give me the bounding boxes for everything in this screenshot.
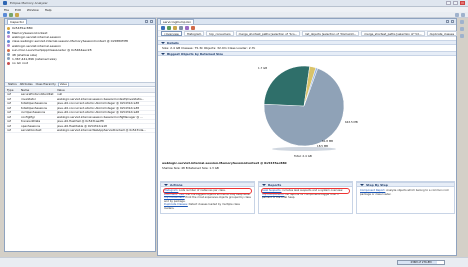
class-icon xyxy=(7,31,10,35)
tab-inspector[interactable]: Inspector xyxy=(7,19,27,24)
menu-edit[interactable]: Edit xyxy=(15,8,21,12)
pie-slice-second[interactable] xyxy=(263,65,310,107)
window-title: Eclipse Memory Analyzer xyxy=(10,1,48,5)
package-icon xyxy=(7,35,10,39)
list-item[interactable]: no GC root xyxy=(7,61,153,65)
step-component-report: Component Report: Analyze objects which … xyxy=(360,189,449,196)
tab-statics[interactable]: Statics xyxy=(7,83,18,86)
status-bar: 236M of 276.8M xyxy=(0,257,468,267)
bottom-panels: Actions Histogram: Lists number of insta… xyxy=(160,181,456,214)
window-controls xyxy=(446,1,465,5)
menu-window[interactable]: Window xyxy=(27,8,39,12)
attributes-table: Type Name Value ref secureProtocolIdentit… xyxy=(5,88,155,133)
inspector-object-info: 0x5435ac880 MemorySessionContext weblogi… xyxy=(5,25,155,67)
collapse-triangle-icon xyxy=(161,52,165,55)
export-icon[interactable] xyxy=(15,12,19,17)
action-duplicate-classes: Duplicate Classes: Detect classes loaded… xyxy=(164,203,240,210)
minimize-panel-icon[interactable] xyxy=(145,20,148,23)
tab-list-objects[interactable]: list_objects [selection of 'DomainD... xyxy=(302,31,360,36)
tab-merge-shortest-paths-2[interactable]: merge_shortest_paths [selection of 'Vd..… xyxy=(361,31,425,36)
selected-object-sizes: Shallow Size: 48 B Retained Size: 1.3 GB xyxy=(162,166,219,170)
collapse-triangle-icon xyxy=(262,183,266,186)
open-heap-dump-icon[interactable] xyxy=(3,12,7,17)
pie-label-4: 18.5 MB xyxy=(317,144,329,148)
tab-class-hierarchy[interactable]: Class Hierarchy xyxy=(35,83,57,86)
report-top-components: Top Components: list reports for compone… xyxy=(262,192,339,200)
tab-overview[interactable]: i Overview xyxy=(161,31,182,36)
tab-histogram[interactable]: Histogram xyxy=(183,31,205,36)
query-browser-icon[interactable] xyxy=(185,25,189,30)
title-bar: Eclipse Memory Analyzer xyxy=(0,0,468,7)
maximize-panel-icon[interactable] xyxy=(150,20,153,23)
perspective-icon[interactable] xyxy=(455,12,459,17)
close-button[interactable] xyxy=(460,1,465,5)
pie-total-label: Total: 2.4 GB xyxy=(294,154,312,158)
tab-attributes[interactable]: Attributes xyxy=(19,83,34,86)
dominator-tree-tool-icon[interactable] xyxy=(167,25,171,30)
maximize-editor-icon[interactable] xyxy=(451,20,454,23)
actions-panel: Actions Histogram: Lists number of insta… xyxy=(160,181,255,214)
component-report-link[interactable]: Component Report: xyxy=(360,189,385,192)
size-icon xyxy=(7,57,10,61)
collapse-triangle-icon xyxy=(161,41,165,44)
heap-dump-details-icon[interactable] xyxy=(460,34,464,38)
biggest-objects-pie-area: 1.7 GB 643.5 MB 61.8 MB 18.5 MB Total: 2… xyxy=(158,56,456,160)
pie-label-2: 643.5 MB xyxy=(345,120,358,124)
histogram-tool-icon[interactable] xyxy=(161,25,165,30)
editor-panel: servicingDump.bin i Overview Histogram t… xyxy=(157,18,458,256)
menu-file[interactable]: File xyxy=(4,8,9,12)
tab-duplicate-classes[interactable]: duplicate_classes xyxy=(426,31,458,36)
size-icon xyxy=(7,53,10,57)
package-icon xyxy=(7,44,10,48)
leak-suspects-link[interactable]: Leak Suspects: xyxy=(262,189,281,192)
tab-heap-dump[interactable]: servicingDump.bin xyxy=(160,19,195,24)
minimize-editor-icon[interactable] xyxy=(446,20,449,23)
table-row[interactable]: ref servletContext weblogic.servlet.intern… xyxy=(5,128,155,133)
tab-value[interactable]: Value xyxy=(57,82,69,87)
reports-panel: Reports Leak Suspects: includes leak sus… xyxy=(258,181,353,214)
heap-status-indicator[interactable]: 236M of 276.8M xyxy=(397,260,445,265)
collapse-triangle-icon xyxy=(164,183,168,186)
tab-merge-shortest-paths-1[interactable]: merge_shortest_paths [selection of 'Sco.… xyxy=(235,31,301,36)
perspective-switch-icon[interactable] xyxy=(461,12,465,17)
collapse-triangle-icon xyxy=(360,183,364,186)
editor-subtabs: i Overview Histogram top_consumers merge… xyxy=(158,31,458,37)
notes-view-icon[interactable] xyxy=(460,20,464,24)
acquire-heap-dump-icon[interactable] xyxy=(9,12,13,17)
menu-help[interactable]: Help xyxy=(45,8,52,12)
app-icon xyxy=(3,1,7,5)
inspector-subtabs: Statics Attributes Class Hierarchy Value xyxy=(5,82,155,87)
class-icon xyxy=(7,39,10,43)
pie-label-3: 61.8 MB xyxy=(322,139,334,143)
navigation-history-icon[interactable] xyxy=(460,27,464,31)
top-consumers-link[interactable]: Top Consumers: xyxy=(164,196,185,199)
duplicate-classes-link[interactable]: Duplicate Classes: xyxy=(164,203,188,206)
object-icon xyxy=(7,26,10,30)
classloader-icon xyxy=(7,48,10,52)
find-object-icon[interactable] xyxy=(191,25,195,30)
thread-overview-icon[interactable] xyxy=(179,25,183,30)
step-by-step-panel: Step By Step Component Report: Analyze o… xyxy=(356,181,455,214)
biggest-objects-pie-chart[interactable] xyxy=(158,56,458,160)
gc-root-icon xyxy=(7,61,10,65)
right-side-toolbar xyxy=(458,18,466,78)
maximize-button[interactable] xyxy=(453,1,458,5)
inspector-panel: Inspector 0x5435ac880 MemorySessionConte… xyxy=(4,18,156,252)
histogram-link[interactable]: Histogram: xyxy=(164,189,178,192)
minimize-button[interactable] xyxy=(446,1,451,5)
tab-top-consumers[interactable]: top_consumers xyxy=(206,31,234,36)
pie-label-1: 1.7 GB xyxy=(258,66,268,70)
oql-tool-icon[interactable] xyxy=(173,25,177,30)
